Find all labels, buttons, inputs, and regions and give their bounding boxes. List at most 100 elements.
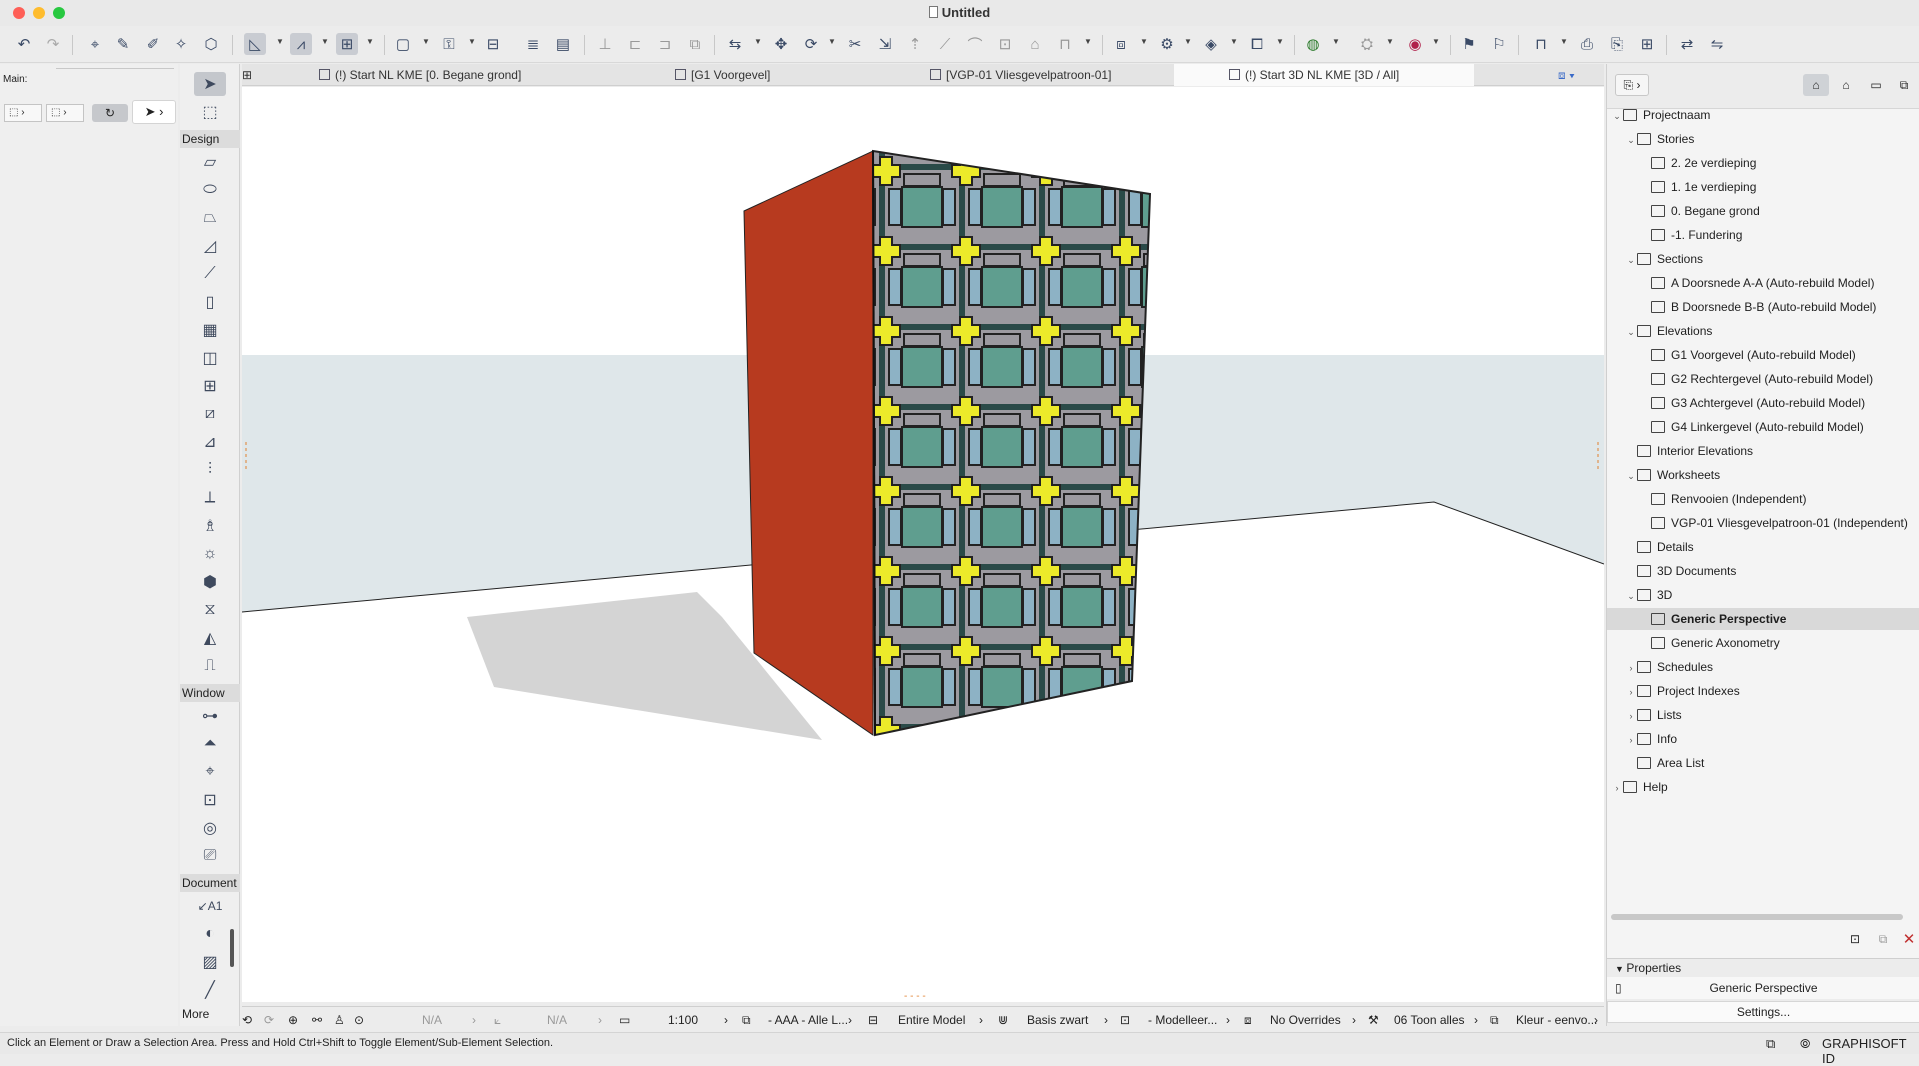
resize-icon[interactable]: ⊡ [994,33,1016,55]
settings-button[interactable]: Settings... [1607,1001,1919,1023]
navigator-item[interactable]: › Project Indexes [1607,680,1919,702]
drag-copy-icon[interactable]: ⇆ [724,33,746,55]
publisher-sets-icon[interactable]: ⧉ [1891,74,1917,96]
explore-icon[interactable]: ♙ [334,1012,345,1028]
graphic-overrides-selector[interactable]: No Overrides [1270,1012,1341,1028]
navigator-item[interactable]: Area List [1607,752,1919,774]
hatch-icon[interactable]: ▤ [552,33,574,55]
3d-settings-icon[interactable]: ⚙ [1156,33,1178,55]
view-map-icon[interactable]: ⧈ ▾ [1558,64,1575,86]
navigator-item[interactable]: Interior Elevations [1607,440,1919,462]
navigator-item[interactable]: 0. Begane grond [1607,200,1919,222]
chevron-down-icon[interactable]: ⌄ [1625,321,1637,343]
chevron-down-icon[interactable]: ⌄ [1625,585,1637,607]
elevate-icon[interactable]: ⇡ [904,33,926,55]
bimx-icon[interactable]: ◉ [1404,33,1426,55]
align-icon[interactable]: ⊥ [594,33,616,55]
railing-tool-icon[interactable]: ⫶ [194,458,226,482]
navigator-item[interactable]: ⌄ Sections [1607,248,1919,270]
chevron-down-icon[interactable]: ▼ [422,37,430,46]
object-tool-icon[interactable]: ♗ [194,514,226,538]
quick-na-1[interactable]: N/A [422,1012,442,1028]
find-select-icon[interactable]: ⌖ [84,33,106,55]
chevron-down-icon[interactable]: ▼ [468,37,476,46]
eyedropper-icon[interactable]: ✎ [112,33,134,55]
chevron-right-icon[interactable]: › [1611,777,1623,799]
rotate-view-icon[interactable]: ⟲ [242,1012,252,1028]
chevron-down-icon[interactable]: ▼ [828,37,836,46]
fillet-icon[interactable]: ⌒ [964,33,986,55]
rotate-icon[interactable]: ⟳ [800,33,822,55]
navigator-mode-icon[interactable]: ⎘ › [1615,74,1649,96]
trim-icon[interactable]: ⊓ [1054,33,1076,55]
model-view-selector[interactable]: Entire Model [898,1012,965,1028]
color-override-selector[interactable]: Kleur - eenvo... [1516,1012,1597,1028]
arrow-tool-selector[interactable]: ➤ › [132,100,176,124]
chevron-down-icon[interactable]: ▼ [1140,37,1148,46]
chevron-down-icon[interactable]: ▼ [276,37,284,46]
chevron-right-icon[interactable]: › [1625,705,1637,727]
dimension-tool-icon[interactable]: ↙ A1 [194,894,226,918]
tab-elevation[interactable]: [G1 Voorgevel] [675,64,770,86]
roof-icon[interactable]: ⌂ [1024,33,1046,55]
pan-view-icon[interactable]: ⟳ [264,1012,274,1028]
navigator-item[interactable]: Generic Perspective [1607,608,1919,630]
tab-overview-icon[interactable]: ⊞ [242,64,254,86]
lamp-tool-icon[interactable]: ☼ [194,542,226,566]
graphisoft-id-label[interactable]: GRAPHISOFT ID [1822,1036,1919,1066]
suspend-groups-icon[interactable]: ▢ [392,33,414,55]
snap-points-icon[interactable]: ⊞ [336,33,358,55]
stair-tool-icon[interactable]: ⊿ [194,430,226,454]
chevron-down-icon[interactable]: ▼ [1184,37,1192,46]
wall-end-tool-icon[interactable]: ⊡ [194,788,226,812]
fit-in-window-icon[interactable]: ⊙ [354,1012,364,1028]
wall-tool-icon[interactable]: ▱ [194,150,226,174]
globe-icon[interactable]: ◍ [1302,33,1324,55]
roof-tool-icon[interactable]: ⏢ [194,206,226,230]
model-view-options-selector[interactable]: - Modelleer... [1148,1012,1217,1028]
sync-icon[interactable]: ⇄ [1676,33,1698,55]
new-view-icon[interactable]: ⊡ [1845,932,1865,950]
marquee-method-selector[interactable]: ⬚ › [46,104,84,122]
flag-icon[interactable]: ⚑ [1458,33,1480,55]
door-icon[interactable]: ⊓ [1530,33,1552,55]
chevron-down-icon[interactable]: ▼ [1432,37,1440,46]
navigator-item[interactable]: › Help [1607,776,1919,798]
publish-icon[interactable]: ⎙ [1576,33,1598,55]
selection-method-selector[interactable]: ⬚ › [4,104,42,122]
toolbox-section-more[interactable]: More [180,1004,240,1024]
navigator-item[interactable]: ⌄ 3D [1607,584,1919,606]
navigator-item[interactable]: 2. 2e verdieping [1607,152,1919,174]
adjust-icon[interactable]: ⊐ [654,33,676,55]
grid-element-tool-icon[interactable]: ⌖ [194,760,226,784]
navigator-item[interactable]: Generic Axonometry [1607,632,1919,654]
chevron-down-icon[interactable]: ⌄ [1625,249,1637,271]
3d-window-icon[interactable]: ⧈ [1110,33,1132,55]
renovation-filter-selector[interactable]: 06 Toon alles [1394,1012,1465,1028]
move-icon[interactable]: ✥ [770,33,792,55]
mesh-tool-icon[interactable]: ⧖ [194,598,226,622]
navigator-item[interactable]: B Doorsnede B-B (Auto-rebuild Model) [1607,296,1919,318]
chevron-down-icon[interactable]: ▼ [366,37,374,46]
quick-na-2[interactable]: N/A [547,1012,567,1028]
tab-worksheet[interactable]: [VGP-01 Vliesgevelpatroon-01] [930,64,1111,86]
navigator-item[interactable]: A Doorsnede A-A (Auto-rebuild Model) [1607,272,1919,294]
lock-icon[interactable]: ⚿ [438,33,460,55]
3d-scene[interactable]: - - - - - - - - [242,87,1604,1002]
scale-selector[interactable]: 1:100 [668,1012,698,1028]
intersect-icon[interactable]: ⧉ [684,33,706,55]
layout-icon[interactable]: ⊞ [1636,33,1658,55]
navigator-item[interactable]: › Lists [1607,704,1919,726]
guide-lines-icon[interactable]: ⩘ [290,33,312,55]
navigator-item[interactable]: 1. 1e verdieping [1607,176,1919,198]
navigator-item[interactable]: › Info [1607,728,1919,750]
rotate-marquee-icon[interactable]: ↻ [92,104,128,122]
mep-tool-icon[interactable]: ⎍ [194,654,226,678]
split-icon[interactable]: ✂ [844,33,866,55]
magic-wand-icon[interactable]: ✧ [170,33,192,55]
navigator-item[interactable]: ⌄ Stories [1607,128,1919,150]
fill-tool-icon[interactable]: ▨ [194,950,226,974]
navigator-item[interactable]: Details [1607,536,1919,558]
tab-floor-plan[interactable]: (!) Start NL KME [0. Begane grond] [319,64,521,86]
update-icon[interactable]: ⎘ [1606,33,1628,55]
